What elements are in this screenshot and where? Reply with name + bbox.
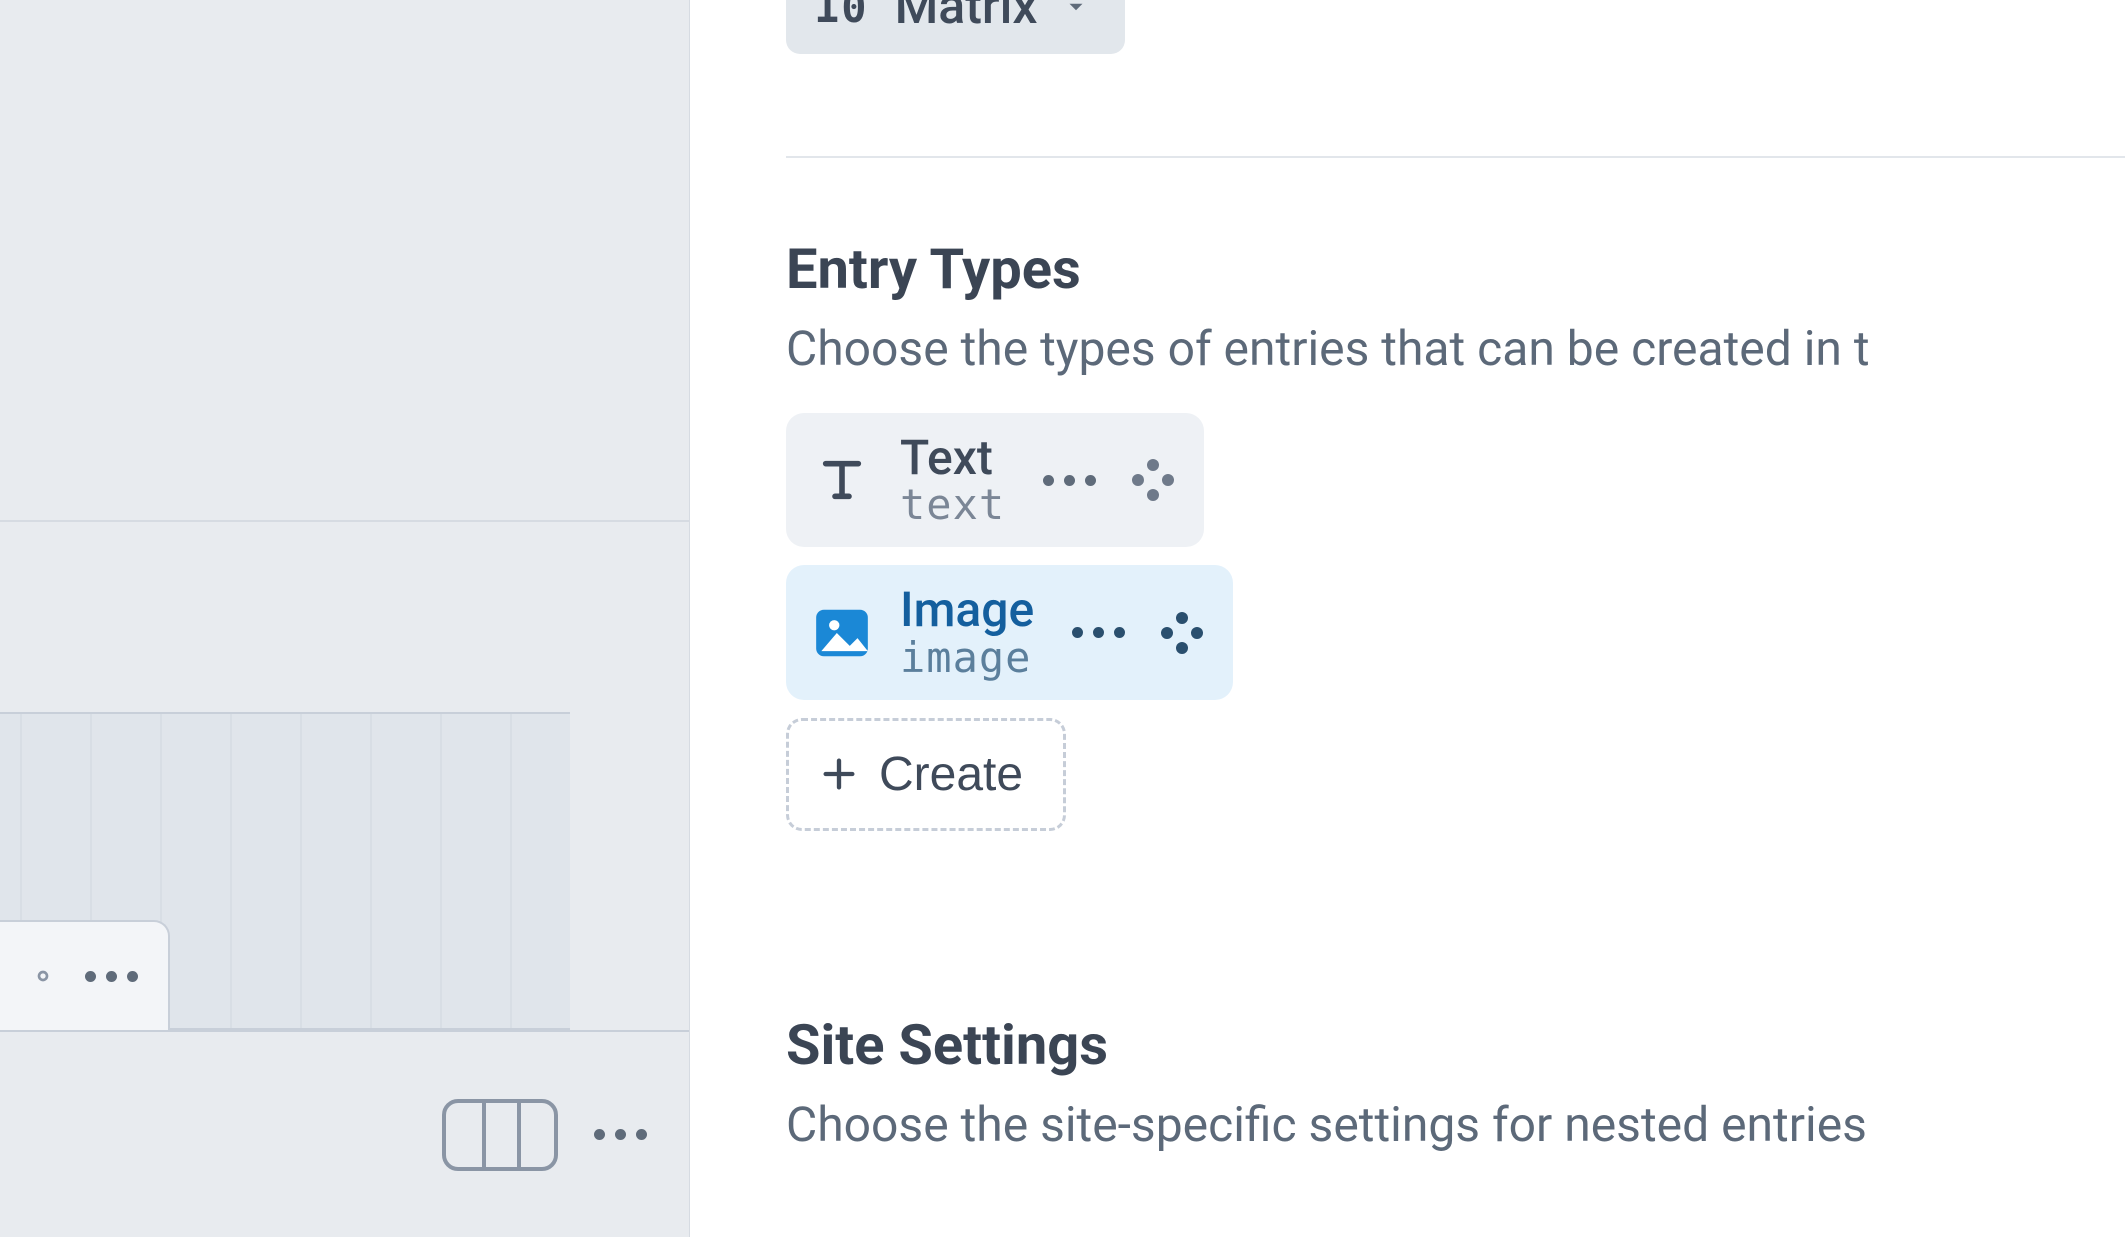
section-desc-site-settings: Choose the site-specific settings for ne… xyxy=(786,1096,2125,1153)
entry-type-handle: image xyxy=(900,636,1034,680)
create-button-label: Create xyxy=(879,747,1023,802)
columns-icon[interactable] xyxy=(442,1099,558,1171)
create-entry-type-button[interactable]: Create xyxy=(786,718,1066,831)
section-desc-entry-types: Choose the types of entries that can be … xyxy=(786,320,2125,377)
entry-type-chip-image[interactable]: Image image xyxy=(786,565,1233,699)
site-settings-section: Site Settings Choose the site-specific s… xyxy=(786,1012,2125,1189)
entry-type-actions-icon[interactable] xyxy=(1043,475,1096,486)
section-title-site-settings: Site Settings xyxy=(786,1012,2125,1078)
sidebar-divider xyxy=(0,520,689,522)
field-type-label: Matrix xyxy=(895,0,1038,36)
settings-main-panel: 10 Matrix Entry Types Choose the types o… xyxy=(690,0,2125,1237)
entry-type-list: Text text xyxy=(786,413,2125,831)
field-type-chip[interactable]: 10 Matrix xyxy=(786,0,1125,54)
text-icon xyxy=(810,448,874,512)
entry-type-name: Image xyxy=(900,585,1034,635)
plus-icon xyxy=(819,754,859,794)
entry-type-chip-text[interactable]: Text text xyxy=(786,413,1204,547)
layout-more-icon[interactable] xyxy=(594,1129,647,1140)
image-icon xyxy=(810,601,874,665)
entry-type-actions-icon[interactable] xyxy=(1072,627,1125,638)
layout-toolbar xyxy=(0,1030,689,1237)
tab-settings-icon[interactable] xyxy=(23,956,63,996)
field-layout-sidebar: g field itus field xyxy=(0,0,690,1237)
entry-types-section: Entry Types Choose the types of entries … xyxy=(786,236,2125,831)
entry-type-name: Text xyxy=(900,433,1005,483)
entry-type-handle: text xyxy=(900,483,1005,527)
drag-handle-icon[interactable] xyxy=(1161,612,1203,654)
drag-handle-icon[interactable] xyxy=(1132,459,1174,501)
chevron-down-icon xyxy=(1063,0,1089,20)
section-title-entry-types: Entry Types xyxy=(786,236,2125,302)
layout-tab[interactable] xyxy=(0,920,170,1030)
tab-more-icon[interactable] xyxy=(85,971,138,982)
section-rule xyxy=(786,156,2125,158)
field-type-id: 10 xyxy=(814,0,869,32)
field-layout-designer[interactable] xyxy=(0,712,570,1030)
